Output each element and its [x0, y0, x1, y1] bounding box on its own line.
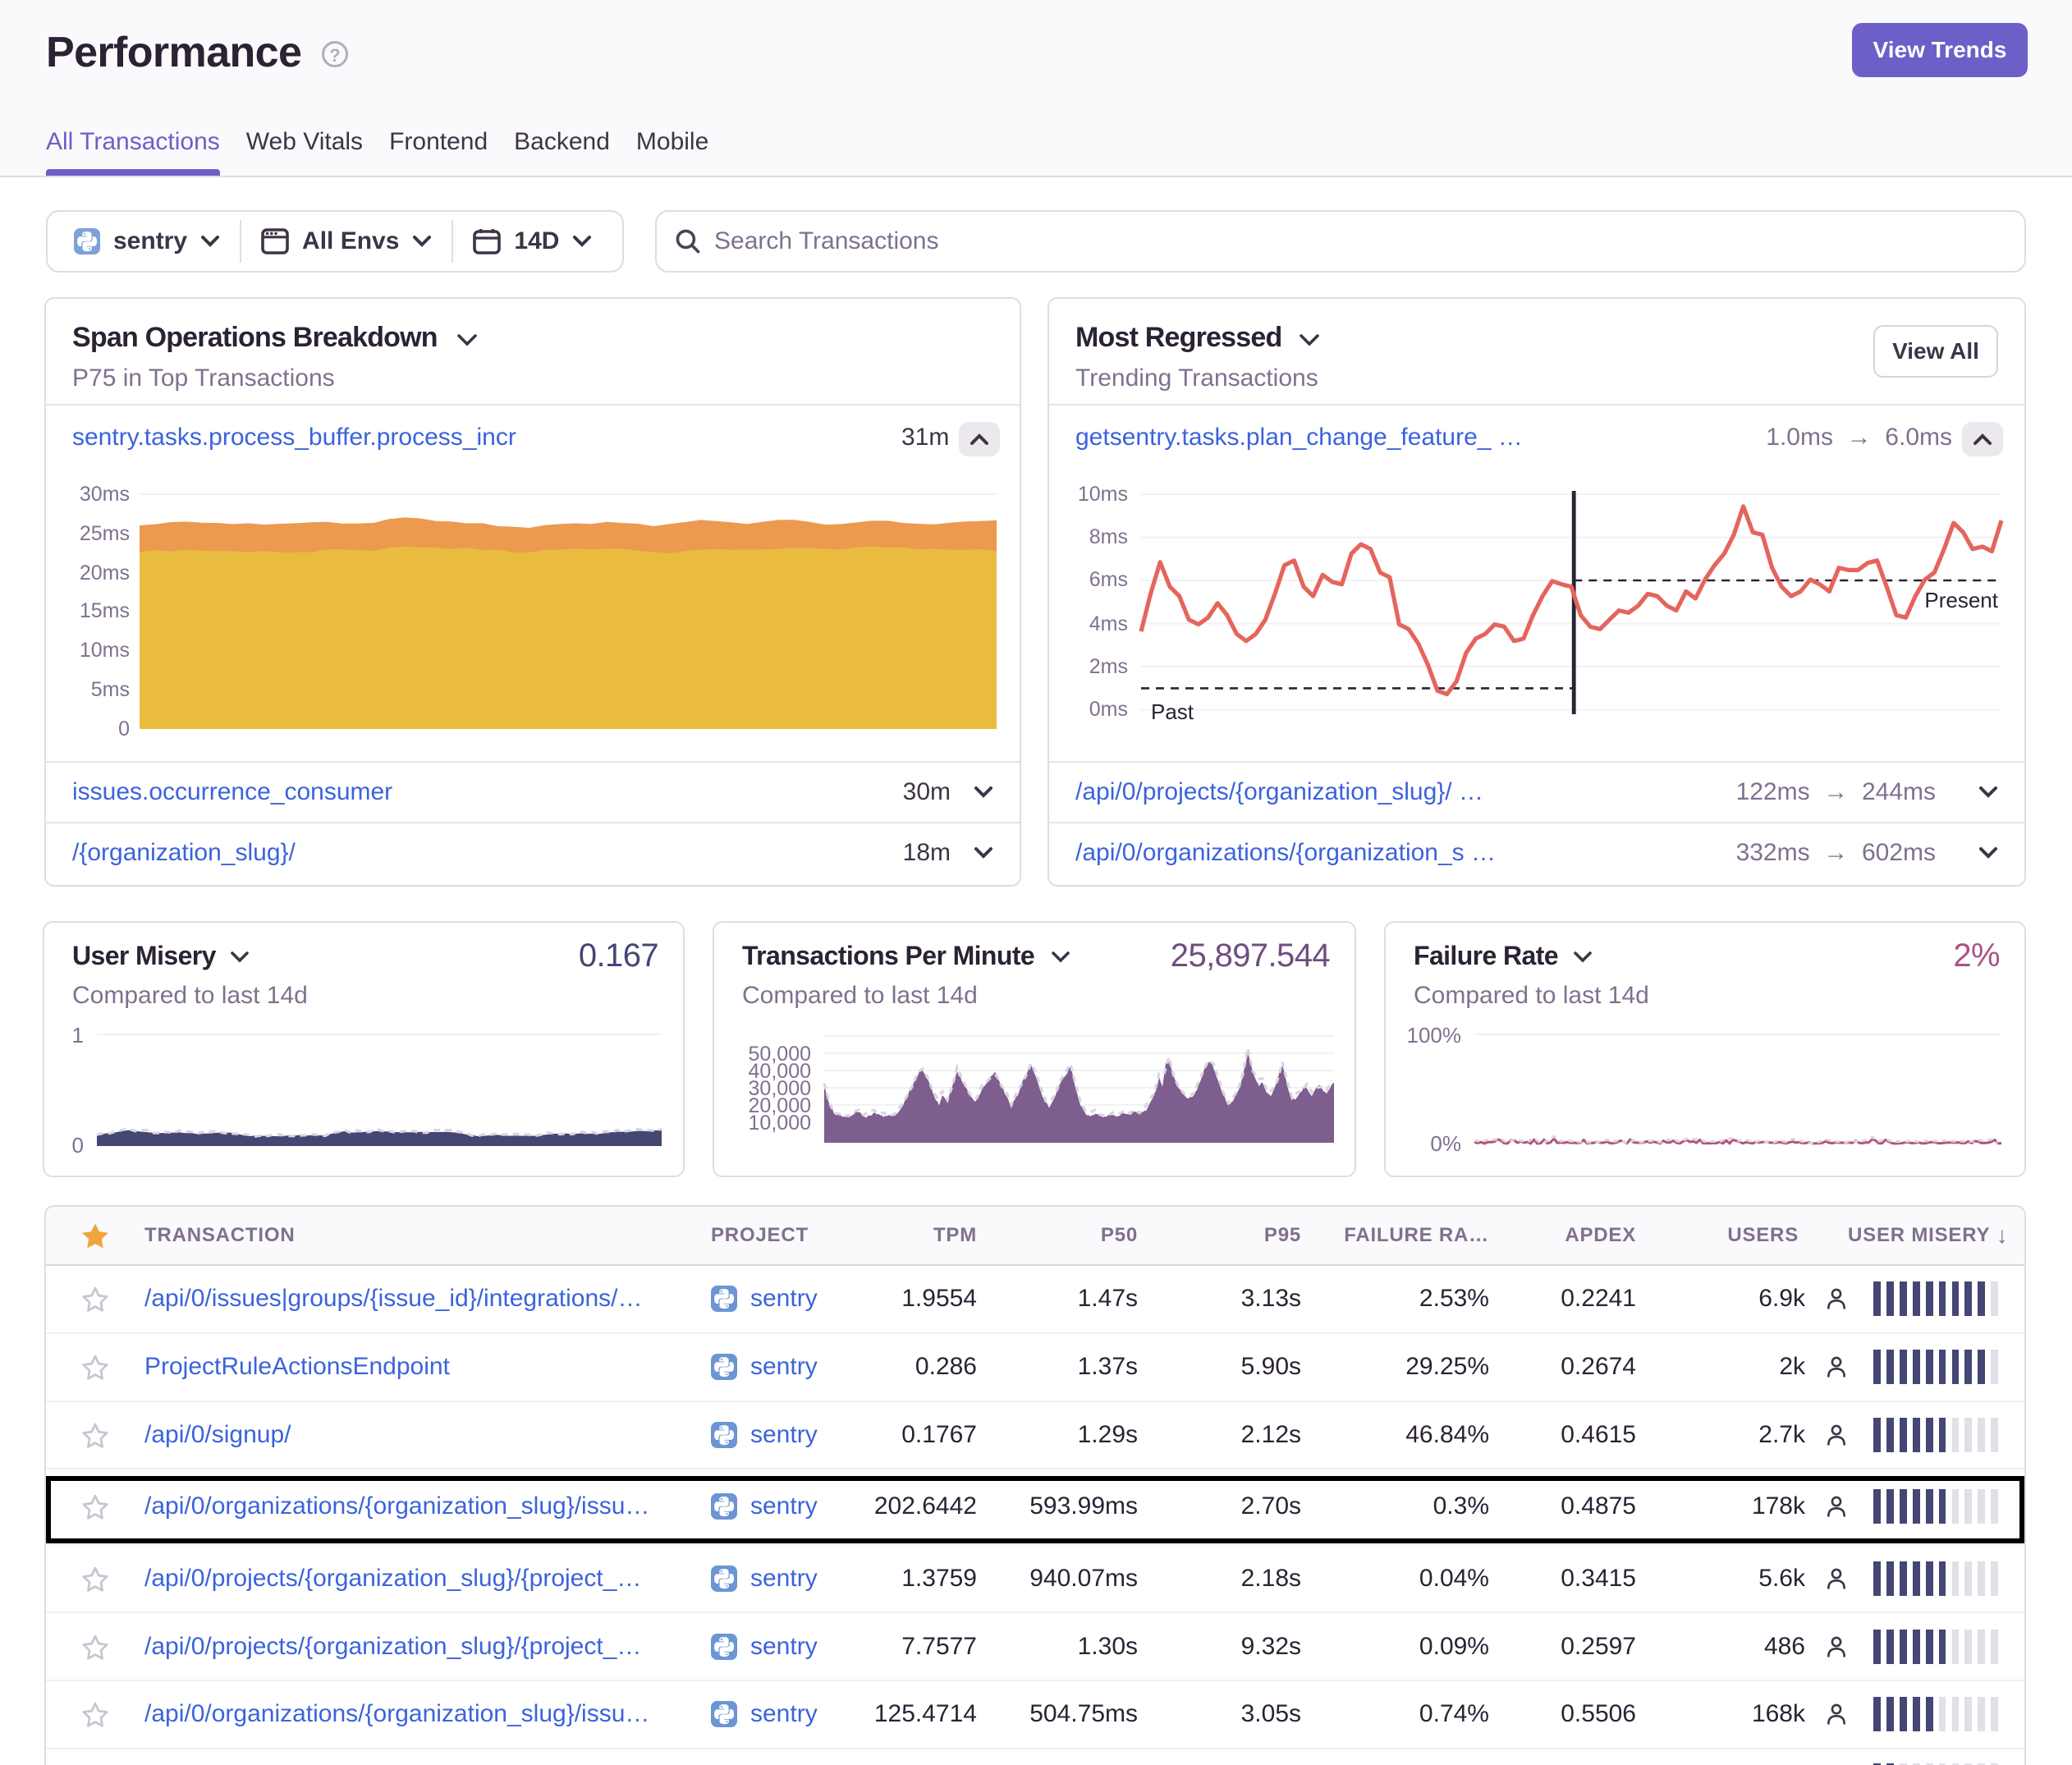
- svg-text:100%: 100%: [1407, 1023, 1462, 1048]
- svg-text:10ms: 10ms: [80, 639, 130, 662]
- svg-text:6ms: 6ms: [1089, 568, 1128, 591]
- svg-text:Present: Present: [1924, 588, 1998, 612]
- svg-text:4ms: 4ms: [1089, 612, 1128, 635]
- svg-text:10ms: 10ms: [1078, 483, 1128, 506]
- svg-text:0%: 0%: [1430, 1131, 1461, 1156]
- svg-text:8ms: 8ms: [1089, 525, 1128, 548]
- svg-text:0: 0: [72, 1133, 84, 1158]
- svg-text:10,000: 10,000: [749, 1112, 811, 1135]
- svg-text:2ms: 2ms: [1089, 655, 1128, 678]
- svg-text:5ms: 5ms: [91, 678, 130, 701]
- svg-text:0ms: 0ms: [1089, 698, 1128, 721]
- svg-text:Past: Past: [1151, 699, 1194, 724]
- svg-text:1: 1: [72, 1023, 84, 1048]
- svg-text:25ms: 25ms: [80, 522, 130, 545]
- svg-text:15ms: 15ms: [80, 599, 130, 622]
- svg-text:0: 0: [118, 717, 130, 740]
- svg-text:20ms: 20ms: [80, 562, 130, 585]
- svg-text:30ms: 30ms: [80, 483, 130, 506]
